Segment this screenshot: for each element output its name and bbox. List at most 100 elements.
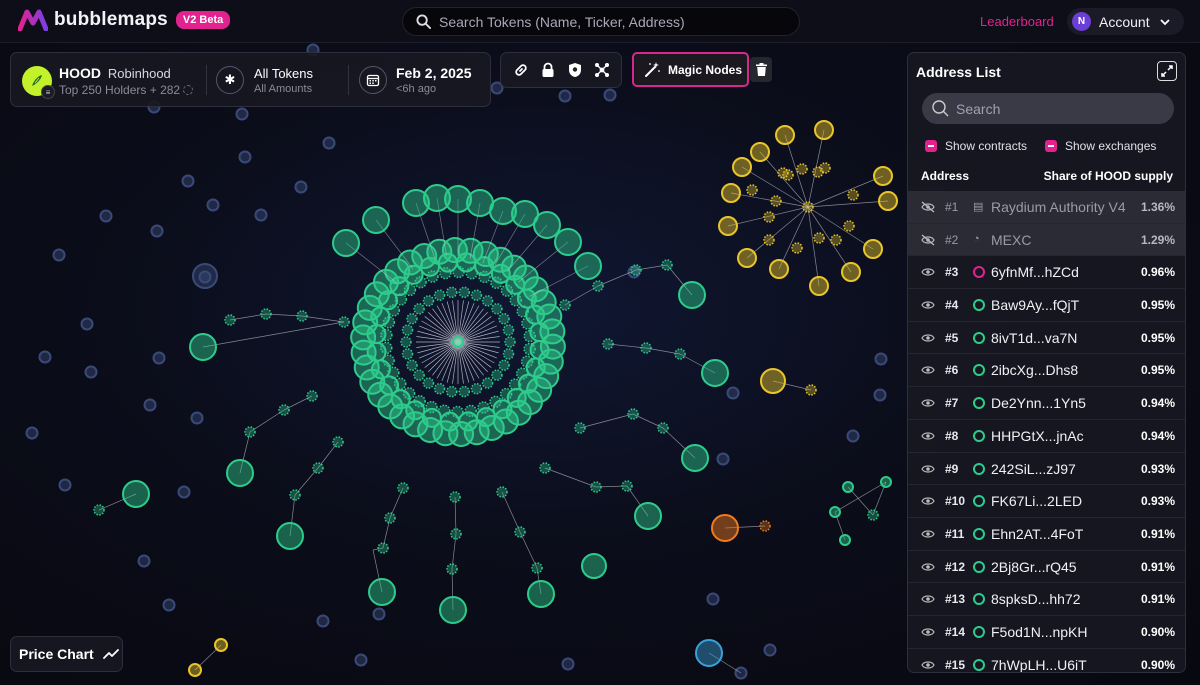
eye-icon[interactable] (921, 463, 935, 475)
holder-bubble[interactable] (93, 504, 105, 516)
holder-bubble[interactable] (878, 191, 898, 211)
holder-bubble[interactable] (244, 426, 256, 438)
holder-bubble[interactable] (481, 295, 494, 307)
holder-bubble[interactable] (122, 480, 150, 508)
holder-bubble[interactable] (525, 357, 546, 378)
holder-bubble[interactable] (370, 306, 391, 327)
holder-bubble[interactable] (716, 452, 730, 466)
holder-bubble[interactable] (777, 167, 789, 179)
eye-icon[interactable] (921, 266, 935, 278)
holder-bubble[interactable] (640, 342, 652, 354)
holder-bubble[interactable] (760, 368, 786, 394)
holder-bubble[interactable] (449, 491, 461, 503)
holder-bubble[interactable] (52, 248, 66, 262)
holder-bubble[interactable] (491, 303, 503, 315)
show-contracts-toggle[interactable]: Show contracts (925, 139, 1027, 153)
holder-bubble[interactable] (829, 506, 841, 518)
holder-bubble[interactable] (681, 444, 709, 472)
holder-bubble[interactable] (445, 286, 458, 299)
holder-bubble[interactable] (294, 180, 308, 194)
holder-bubble[interactable] (531, 562, 543, 574)
holder-bubble[interactable] (839, 534, 851, 546)
holder-bubble[interactable] (574, 252, 602, 280)
table-row[interactable]: #2 ◔ MEXC 1.29% (908, 223, 1185, 257)
holder-bubble[interactable] (674, 348, 686, 360)
holder-bubble[interactable] (496, 486, 508, 498)
holder-bubble[interactable] (775, 125, 795, 145)
trash-icon[interactable] (750, 57, 772, 82)
holder-bubble[interactable] (289, 489, 301, 501)
holder-bubble[interactable] (581, 553, 607, 579)
holder-bubble[interactable] (502, 348, 515, 360)
token-search-bar[interactable] (402, 7, 800, 36)
holder-bubble[interactable] (366, 341, 387, 362)
holder-bubble[interactable] (763, 234, 775, 246)
holder-bubble[interactable] (470, 289, 483, 301)
holder-bubble[interactable] (846, 429, 860, 443)
holder-bubble[interactable] (842, 481, 854, 493)
holder-bubble[interactable] (433, 383, 446, 395)
holder-bubble[interactable] (150, 224, 164, 238)
holder-bubble[interactable] (214, 638, 228, 652)
holder-bubble[interactable] (527, 580, 555, 608)
table-row[interactable]: #8 HHPGtX...jnAc 0.94% (908, 420, 1185, 453)
holder-bubble[interactable] (338, 316, 350, 328)
holder-bubble[interactable] (372, 607, 386, 621)
holder-bubble[interactable] (529, 339, 550, 360)
holder-bubble[interactable] (189, 333, 217, 361)
eye-icon[interactable] (921, 364, 935, 376)
holder-bubble[interactable] (25, 426, 39, 440)
holder-bubble[interactable] (413, 303, 425, 315)
token-search-input[interactable] (439, 13, 779, 30)
holder-bubble[interactable] (554, 228, 582, 256)
table-row[interactable]: #11 Ehn2AT...4FoT 0.91% (908, 518, 1185, 551)
holder-bubble[interactable] (406, 313, 418, 325)
holder-bubble[interactable] (843, 220, 855, 232)
holder-bubble[interactable] (422, 377, 435, 389)
holder-bubble[interactable] (873, 166, 893, 186)
holder-bubble[interactable] (721, 183, 741, 203)
holder-bubble[interactable] (177, 485, 191, 499)
holder-bubble[interactable] (188, 663, 202, 677)
holder-bubble[interactable] (235, 107, 249, 121)
holder-bubble[interactable] (863, 239, 883, 259)
holder-bubble[interactable] (226, 459, 254, 487)
eye-icon[interactable] (921, 299, 935, 311)
holder-bubble[interactable] (481, 377, 494, 389)
holder-bubble[interactable] (439, 596, 467, 624)
asterisk-icon[interactable]: ✱ (216, 66, 244, 94)
holder-bubble[interactable] (84, 365, 98, 379)
holder-bubble[interactable] (433, 289, 446, 301)
holder-bubble[interactable] (678, 281, 706, 309)
column-header-share[interactable]: Share of HOOD supply (1044, 169, 1173, 183)
holder-bubble[interactable] (695, 639, 723, 667)
holder-bubble[interactable] (763, 643, 777, 657)
holder-bubble[interactable] (181, 174, 195, 188)
eye-icon[interactable] (921, 561, 935, 573)
table-row[interactable]: #15 7hWpLH...U6iT 0.90% (908, 649, 1185, 672)
holder-bubble[interactable] (627, 408, 639, 420)
holder-bubble[interactable] (661, 259, 673, 271)
eye-icon[interactable] (921, 593, 935, 605)
holder-bubble[interactable] (458, 286, 471, 299)
holder-bubble[interactable] (819, 162, 831, 174)
lock-icon[interactable] (537, 59, 559, 81)
holder-bubble[interactable] (332, 436, 344, 448)
holder-bubble[interactable] (238, 150, 252, 164)
holder-bubble[interactable] (634, 502, 662, 530)
holder-bubble[interactable] (706, 592, 720, 606)
holder-bubble[interactable] (366, 324, 387, 345)
holder-bubble[interactable] (260, 308, 272, 320)
holder-bubble[interactable] (377, 542, 389, 554)
holder-bubble[interactable] (492, 399, 513, 420)
holder-bubble[interactable] (143, 398, 157, 412)
holder-bubble[interactable] (137, 554, 151, 568)
holder-bubble[interactable] (621, 480, 633, 492)
snapshot-date[interactable]: Feb 2, 2025 (396, 65, 472, 81)
account-menu[interactable]: N Account (1067, 8, 1184, 35)
holder-bubble[interactable] (529, 322, 550, 343)
holder-bubble[interactable] (750, 142, 770, 162)
logo[interactable]: bubblemaps V2 Beta (18, 9, 231, 31)
holder-bubble[interactable] (813, 232, 825, 244)
holder-bubble[interactable] (770, 195, 782, 207)
